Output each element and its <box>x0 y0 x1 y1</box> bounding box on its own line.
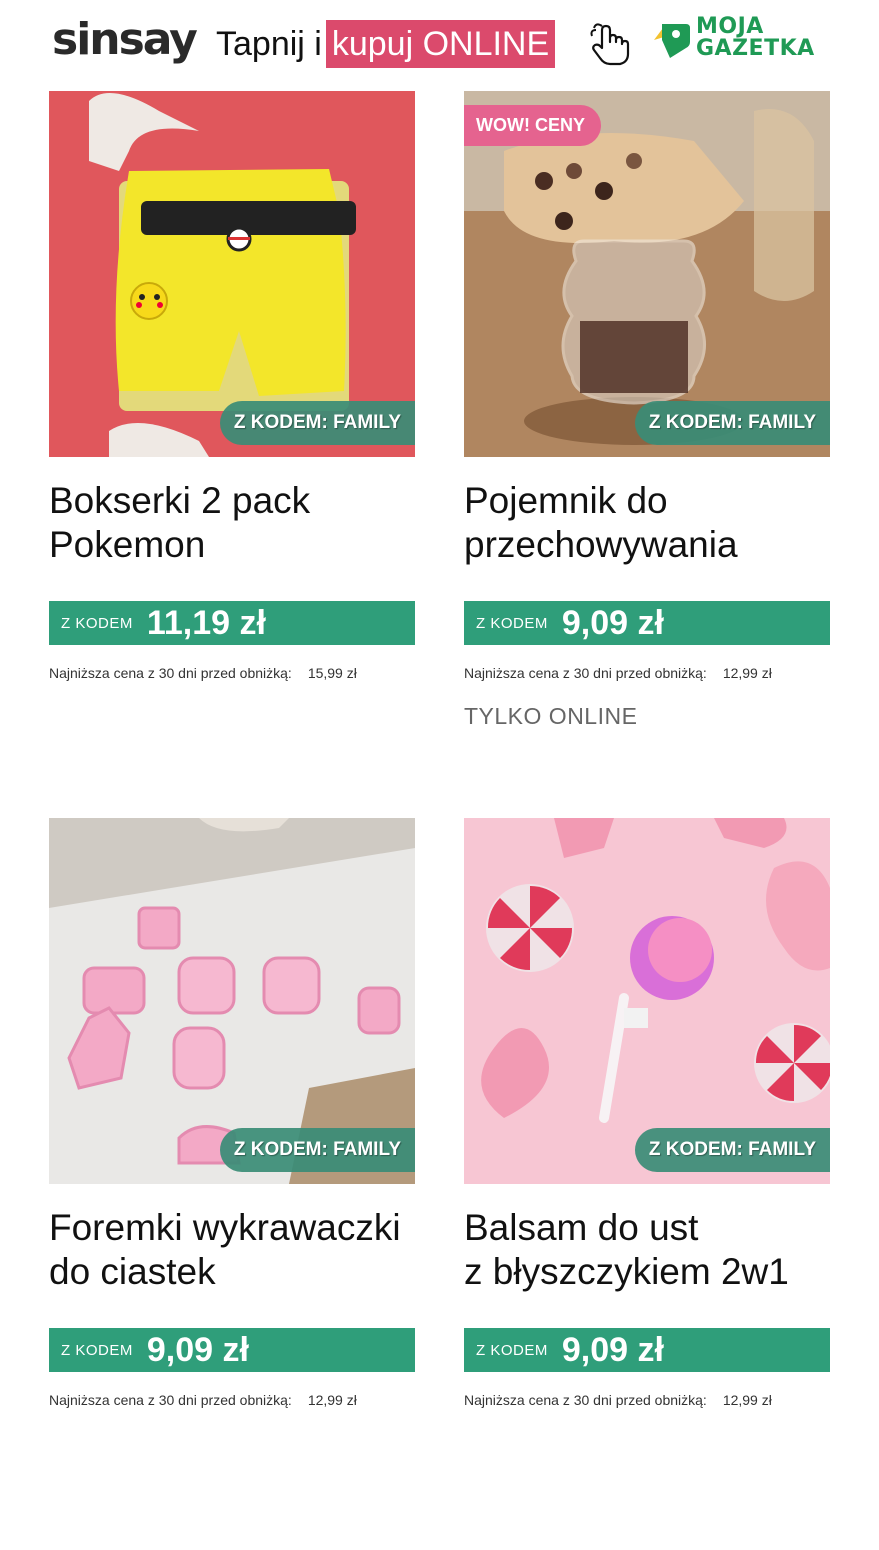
price-prefix: Z KODEM <box>476 614 548 632</box>
lowest-price-value: 12,99 zł <box>307 1392 357 1408</box>
lowest-price-info: Najniższa cena z 30 dni przed obniżką: 1… <box>464 665 830 681</box>
product-card[interactable]: WOW! CENY Z KODEM: FAMILY Pojemnik do pr… <box>464 91 830 730</box>
lowest-price-info: Najniższa cena z 30 dni przed obniżką: 1… <box>49 1392 415 1408</box>
page-header: sinsay Tapnij i kupuj ONLINE MOJA GAZETK… <box>0 0 879 90</box>
lowest-price-label: Najniższa cena z 30 dni przed obniżką: <box>49 665 292 681</box>
product-title-line1: Foremki wykrawaczki <box>49 1207 401 1248</box>
product-image[interactable]: Z KODEM: FAMILY <box>49 91 415 457</box>
price-bar: Z KODEM 11,19 zł <box>49 601 415 645</box>
moja-gazetka-link[interactable]: MOJA GAZETKA <box>652 14 832 68</box>
price-value: 11,19 zł <box>146 603 266 642</box>
price-prefix: Z KODEM <box>476 1341 548 1359</box>
price-bar: Z KODEM 9,09 zł <box>49 1328 415 1372</box>
tagline-text: Tapnij i <box>216 24 322 63</box>
product-title[interactable]: Foremki wykrawaczki do ciastek <box>49 1206 415 1306</box>
lowest-price-info: Najniższa cena z 30 dni przed obniżką: 1… <box>464 1392 830 1408</box>
product-title[interactable]: Pojemnik do przechowywania <box>464 479 830 579</box>
lowest-price-value: 12,99 zł <box>722 665 772 681</box>
lowest-price-value: 12,99 zł <box>722 1392 772 1408</box>
price-prefix: Z KODEM <box>61 614 133 632</box>
discount-code-badge: Z KODEM: FAMILY <box>219 401 415 445</box>
lowest-price-label: Najniższa cena z 30 dni przed obniżką: <box>464 665 707 681</box>
discount-code-badge: Z KODEM: FAMILY <box>634 401 830 445</box>
lowest-price-label: Najniższa cena z 30 dni przed obniżką: <box>49 1392 292 1408</box>
gazetka-line2: GAZETKA <box>696 36 815 61</box>
online-only-label: TYLKO ONLINE <box>464 703 638 729</box>
product-card[interactable]: Z KODEM: FAMILY Bokserki 2 pack Pokemon … <box>49 91 415 681</box>
wow-price-badge: WOW! CENY <box>464 105 601 146</box>
lowest-price-value: 15,99 zł <box>307 665 357 681</box>
product-title-line2: z błyszczykiem 2w1 <box>464 1251 789 1292</box>
pointer-hand-icon[interactable] <box>588 18 634 66</box>
product-title-line1: Pojemnik do <box>464 480 668 521</box>
product-title-line2: Pokemon <box>49 524 206 565</box>
product-title[interactable]: Bokserki 2 pack Pokemon <box>49 479 415 579</box>
lowest-price-label: Najniższa cena z 30 dni przed obniżką: <box>464 1392 707 1408</box>
discount-code-badge: Z KODEM: FAMILY <box>634 1128 830 1172</box>
price-value: 9,09 zł <box>561 1330 664 1369</box>
lowest-price-info: Najniższa cena z 30 dni przed obniżką: 1… <box>49 665 415 681</box>
product-image[interactable]: Z KODEM: FAMILY <box>464 818 830 1184</box>
product-title-line1: Bokserki 2 pack <box>49 480 311 521</box>
product-title-line1: Balsam do ust <box>464 1207 699 1248</box>
product-card[interactable]: Z KODEM: FAMILY Balsam do ust z błyszczy… <box>464 818 830 1408</box>
tagline[interactable]: Tapnij i kupuj ONLINE <box>216 20 556 68</box>
product-card[interactable]: Z KODEM: FAMILY Foremki wykrawaczki do c… <box>49 818 415 1408</box>
tagline-highlight[interactable]: kupuj ONLINE <box>325 20 556 68</box>
sinsay-logo[interactable]: sinsay <box>52 14 198 65</box>
product-title[interactable]: Balsam do ust z błyszczykiem 2w1 <box>464 1206 830 1306</box>
moja-gazetka-logo <box>654 24 690 58</box>
price-bar: Z KODEM 9,09 zł <box>464 601 830 645</box>
price-value: 9,09 zł <box>146 1330 249 1369</box>
price-prefix: Z KODEM <box>61 1341 133 1359</box>
discount-code-badge: Z KODEM: FAMILY <box>219 1128 415 1172</box>
product-image[interactable]: WOW! CENY Z KODEM: FAMILY <box>464 91 830 457</box>
product-title-line2: do ciastek <box>49 1251 216 1292</box>
price-value: 9,09 zł <box>561 603 664 642</box>
price-bar: Z KODEM 9,09 zł <box>464 1328 830 1372</box>
product-image[interactable]: Z KODEM: FAMILY <box>49 818 415 1184</box>
product-title-line2: przechowywania <box>464 524 738 565</box>
